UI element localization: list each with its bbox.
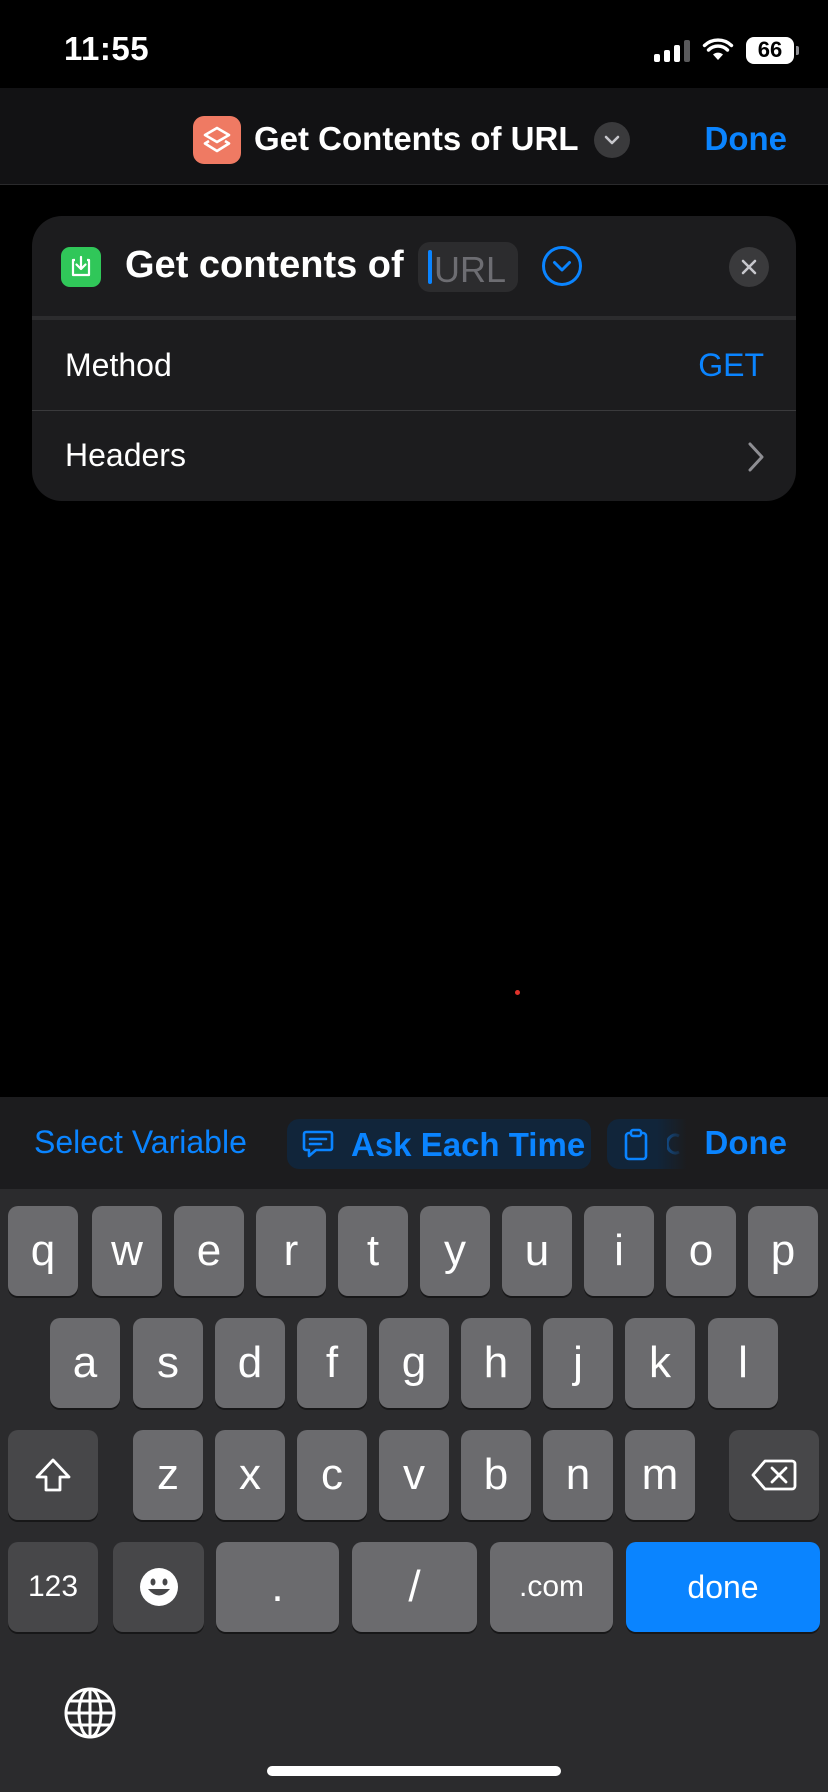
- ask-each-time-button[interactable]: Ask Each Time: [287, 1119, 591, 1169]
- key-u[interactable]: u: [502, 1206, 572, 1296]
- nav-done-button[interactable]: Done: [705, 120, 788, 158]
- text-cursor: [428, 250, 432, 284]
- key-n[interactable]: n: [543, 1430, 613, 1520]
- key-d[interactable]: d: [215, 1318, 285, 1408]
- key-v[interactable]: v: [379, 1430, 449, 1520]
- action-prefix-label: Get contents of: [125, 244, 404, 286]
- key-b[interactable]: b: [461, 1430, 531, 1520]
- headers-row-label[interactable]: Headers: [65, 437, 186, 474]
- fade-overlay: [657, 1119, 687, 1169]
- key-e[interactable]: e: [174, 1206, 244, 1296]
- shortcuts-app-icon[interactable]: [193, 116, 241, 164]
- key-m[interactable]: m: [625, 1430, 695, 1520]
- clipboard-button[interactable]: [607, 1119, 687, 1169]
- key-z[interactable]: z: [133, 1430, 203, 1520]
- close-icon: [741, 259, 757, 275]
- action-card: Get contents of URL Method GET Headers: [32, 216, 796, 501]
- action-header: Get contents of URL: [32, 216, 796, 316]
- speech-bubble-icon: [302, 1130, 334, 1158]
- status-time: 11:55: [64, 30, 150, 67]
- backspace-icon: [751, 1459, 797, 1491]
- key-a[interactable]: a: [50, 1318, 120, 1408]
- key-f[interactable]: f: [297, 1318, 367, 1408]
- dotcom-key[interactable]: .com: [490, 1542, 613, 1632]
- numbers-key[interactable]: 123: [8, 1542, 98, 1632]
- status-icons: 66: [654, 34, 799, 66]
- key-h[interactable]: h: [461, 1318, 531, 1408]
- url-placeholder: URL: [434, 249, 507, 290]
- divider: [32, 410, 796, 411]
- globe-icon[interactable]: [62, 1685, 118, 1741]
- red-dot: [515, 990, 520, 995]
- download-icon: [61, 247, 101, 287]
- divider: [32, 316, 796, 320]
- key-l[interactable]: l: [708, 1318, 778, 1408]
- page-title[interactable]: Get Contents of URL: [254, 120, 578, 158]
- ask-each-time-label: Ask Each Time: [351, 1126, 586, 1163]
- emoji-key[interactable]: [113, 1542, 204, 1632]
- shift-icon: [35, 1458, 71, 1492]
- chevron-right-icon[interactable]: [746, 440, 766, 474]
- slash-key[interactable]: /: [352, 1542, 477, 1632]
- key-o[interactable]: o: [666, 1206, 736, 1296]
- key-r[interactable]: r: [256, 1206, 326, 1296]
- key-y[interactable]: y: [420, 1206, 490, 1296]
- chevron-down-icon: [604, 135, 620, 145]
- key-c[interactable]: c: [297, 1430, 367, 1520]
- backspace-key[interactable]: [729, 1430, 819, 1520]
- url-input[interactable]: URL: [418, 242, 518, 292]
- clipboard-icon: [624, 1128, 648, 1161]
- title-menu-button[interactable]: [594, 122, 630, 158]
- method-value-button[interactable]: GET: [698, 347, 764, 384]
- battery-indicator: 66: [746, 36, 799, 64]
- expand-chevron-icon[interactable]: [541, 245, 583, 287]
- remove-action-button[interactable]: [729, 247, 769, 287]
- key-k[interactable]: k: [625, 1318, 695, 1408]
- key-j[interactable]: j: [543, 1318, 613, 1408]
- key-w[interactable]: w: [92, 1206, 162, 1296]
- period-key[interactable]: .: [216, 1542, 339, 1632]
- key-t[interactable]: t: [338, 1206, 408, 1296]
- select-variable-button[interactable]: Select Variable: [34, 1124, 247, 1161]
- key-x[interactable]: x: [215, 1430, 285, 1520]
- key-s[interactable]: s: [133, 1318, 203, 1408]
- key-q[interactable]: q: [8, 1206, 78, 1296]
- layers-icon: [203, 126, 231, 153]
- accessory-done-button[interactable]: Done: [705, 1124, 788, 1162]
- cellular-signal-icon: [654, 38, 690, 62]
- done-key[interactable]: done: [626, 1542, 820, 1632]
- keyboard: q w e r t y u i o p a s d f g h j k l z …: [0, 1189, 828, 1792]
- wifi-icon: [702, 38, 734, 60]
- key-p[interactable]: p: [748, 1206, 818, 1296]
- method-label: Method: [65, 347, 172, 383]
- shift-key[interactable]: [8, 1430, 98, 1520]
- key-g[interactable]: g: [379, 1318, 449, 1408]
- emoji-icon: [139, 1568, 178, 1606]
- home-indicator: [267, 1766, 561, 1776]
- key-i[interactable]: i: [584, 1206, 654, 1296]
